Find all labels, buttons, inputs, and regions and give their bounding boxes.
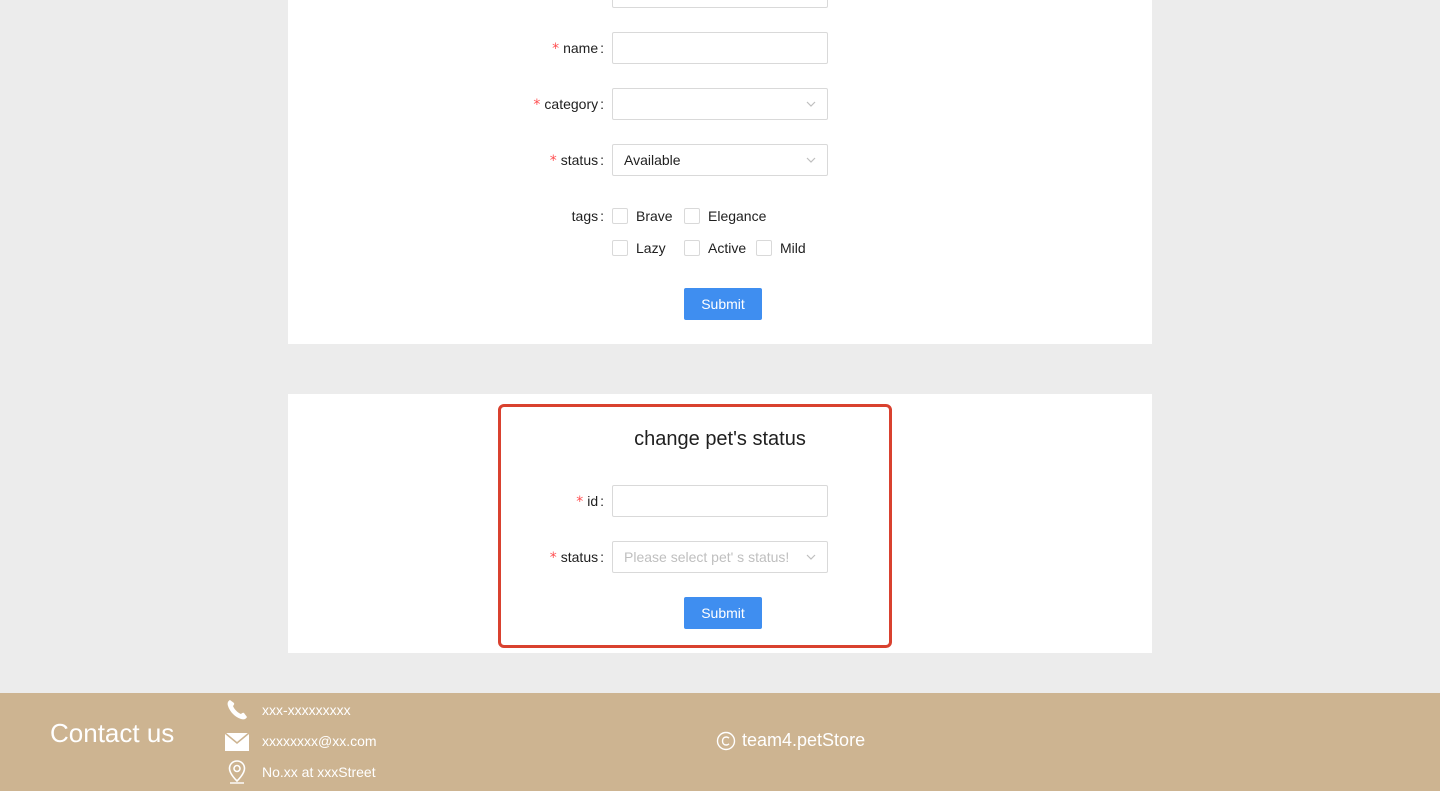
pet-form-card: * name: * category: * status: Available tag… <box>288 0 1152 344</box>
copyright-icon <box>716 731 736 750</box>
copyright-text: team4.petStore <box>742 730 866 750</box>
checkbox-box[interactable] <box>756 240 772 256</box>
tag-checkbox-lazy[interactable]: Lazy <box>612 237 666 259</box>
name-input[interactable] <box>612 32 828 64</box>
chevron-down-icon <box>806 101 816 107</box>
name-row: * name: <box>288 32 1152 64</box>
category-select[interactable] <box>612 88 828 120</box>
section-title: change pet's status <box>634 428 806 450</box>
contact-address: No.xx at xxxStreet <box>262 764 376 780</box>
partial-input[interactable] <box>612 0 828 8</box>
chevron-down-icon <box>806 554 816 560</box>
status-select-value: Available <box>624 152 681 168</box>
change-status-submit-button[interactable]: Submit <box>684 597 762 629</box>
id-row: * id: <box>288 485 1152 517</box>
footer: Contact us xxx-xxxxxxxxx xxxxxxxx@xx.com… <box>0 693 1440 791</box>
change-status-row: * status: Please select pet' s status! <box>288 541 1152 573</box>
change-status-select[interactable]: Please select pet' s status! <box>612 541 828 573</box>
tag-checkbox-mild[interactable]: Mild <box>756 237 806 259</box>
name-label: * name: <box>552 40 604 57</box>
category-label: * category: <box>533 96 604 113</box>
phone-icon <box>227 700 247 720</box>
checkbox-box[interactable] <box>612 240 628 256</box>
status-label: * status: <box>549 549 604 566</box>
status-select-placeholder: Please select pet' s status! <box>624 549 790 565</box>
contact-title: Contact us <box>50 718 175 748</box>
checkbox-box[interactable] <box>684 240 700 256</box>
checkbox-box[interactable] <box>684 208 700 224</box>
chevron-down-icon <box>806 157 816 163</box>
change-status-card: change pet's status * id: * status: Please… <box>288 394 1152 653</box>
category-row: * category: <box>288 88 1152 120</box>
tags-label: tags: <box>571 208 604 224</box>
tag-checkbox-brave[interactable]: Brave <box>612 205 673 227</box>
submit-button[interactable]: Submit <box>684 288 762 320</box>
tags-row: tags: Brave Elegance Lazy Active Mild <box>288 200 1152 256</box>
id-input[interactable] <box>612 485 828 517</box>
tag-checkbox-elegance[interactable]: Elegance <box>684 205 766 227</box>
status-row: * status: Available <box>288 144 1152 176</box>
status-select[interactable]: Available <box>612 144 828 176</box>
copyright: team4.petStore <box>716 730 865 751</box>
location-icon <box>228 760 246 784</box>
status-label: * status: <box>549 152 604 169</box>
contact-email: xxxxxxxx@xx.com <box>262 733 377 749</box>
tag-checkbox-active[interactable]: Active <box>684 237 746 259</box>
contact-phone: xxx-xxxxxxxxx <box>262 702 351 718</box>
id-label: * id: <box>576 493 604 510</box>
mail-icon <box>224 732 250 751</box>
checkbox-box[interactable] <box>612 208 628 224</box>
